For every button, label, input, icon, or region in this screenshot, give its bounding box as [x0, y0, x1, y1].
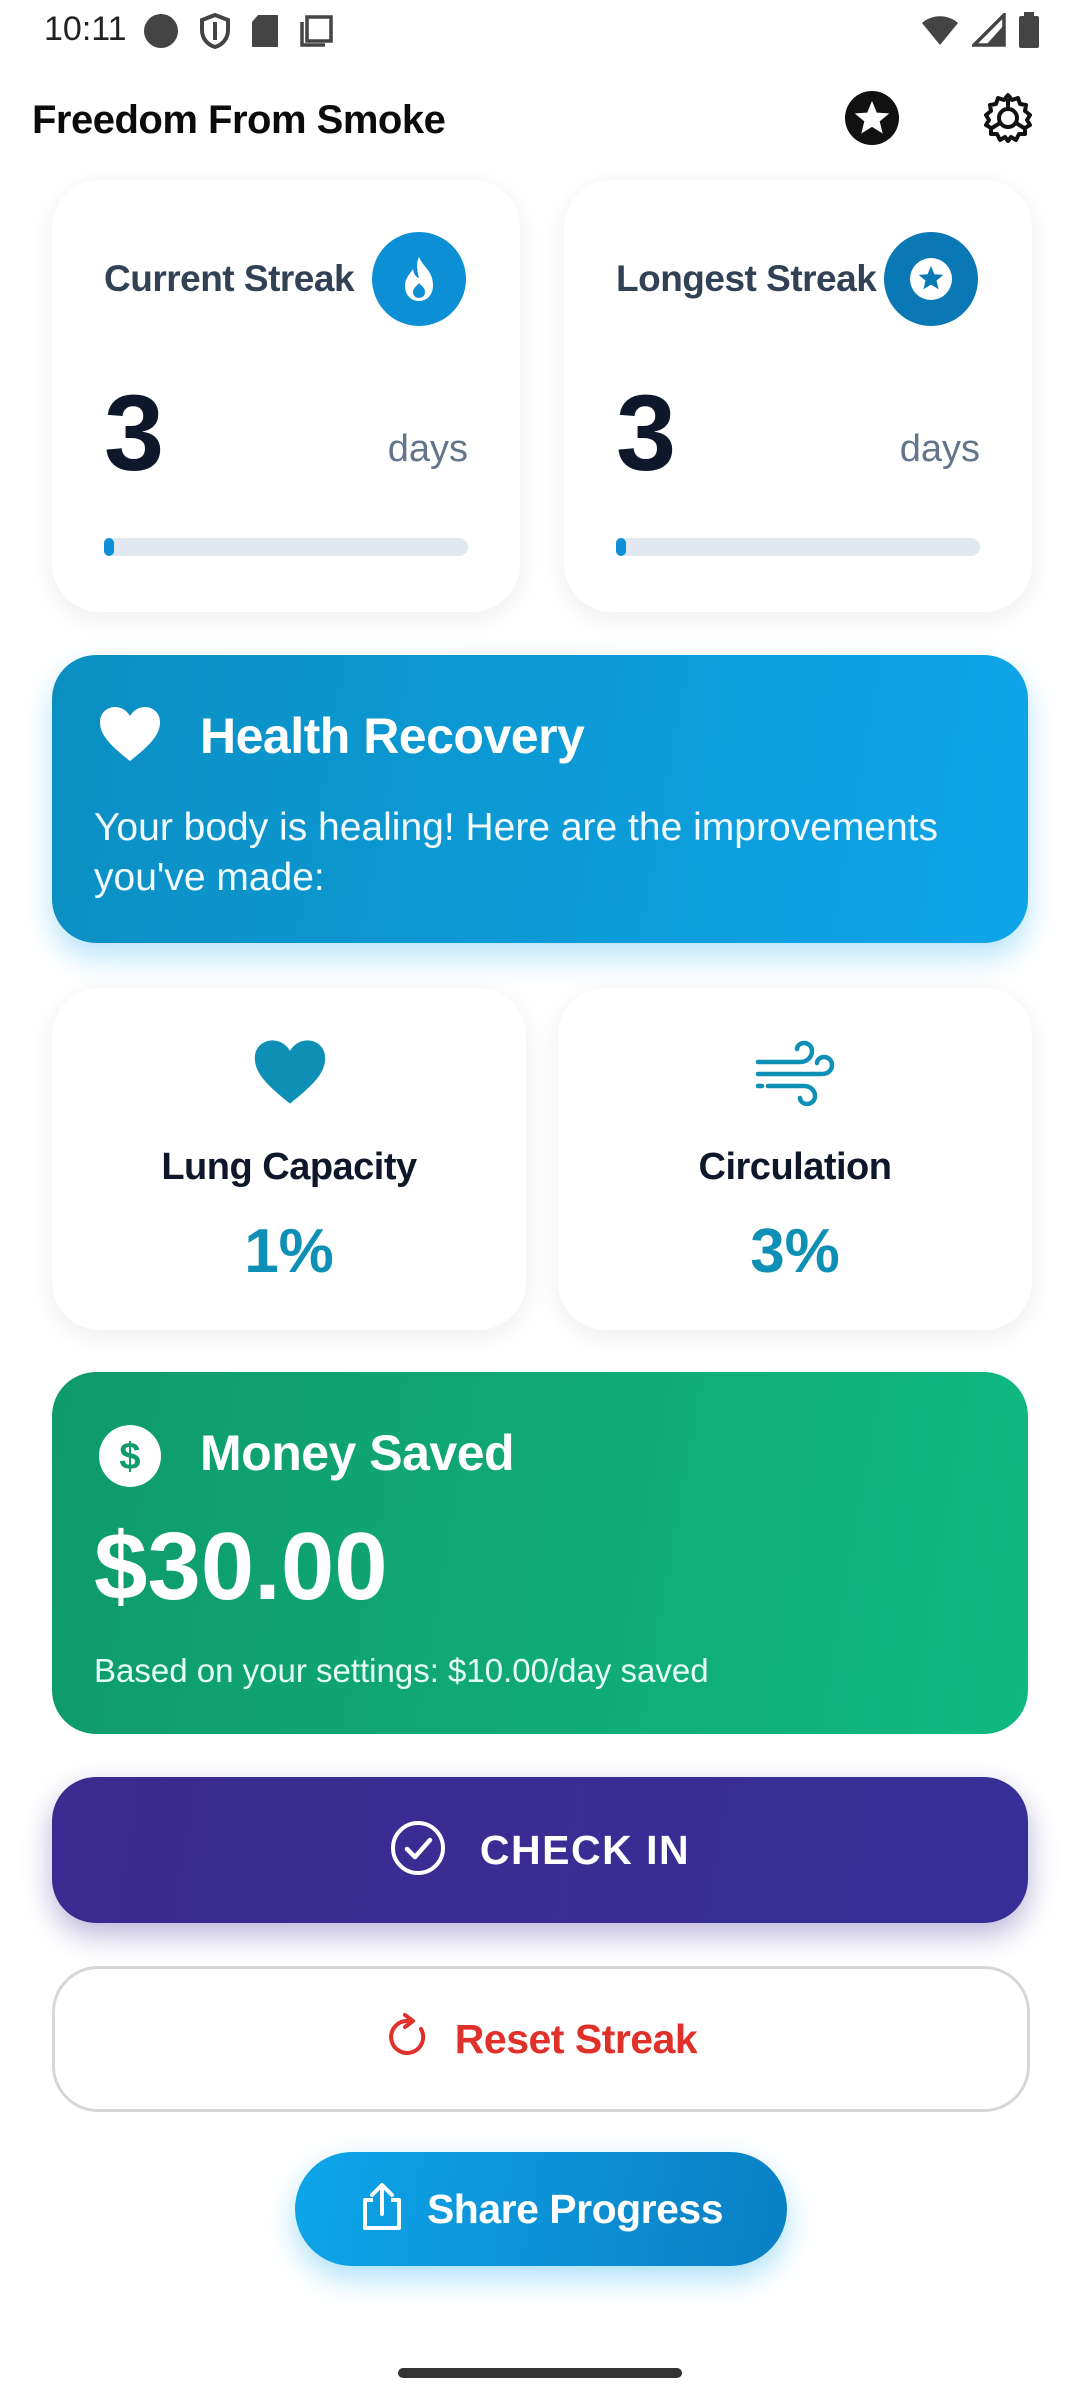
current-streak-value: 3 — [104, 372, 165, 493]
status-bar: 10:11 — [0, 0, 1080, 62]
circulation-card: Circulation 3% — [558, 988, 1032, 1330]
record-icon — [142, 12, 180, 55]
lung-capacity-label: Lung Capacity — [161, 1146, 417, 1188]
screenshot-icon — [298, 13, 334, 54]
current-streak-progress — [104, 538, 468, 556]
home-indicator[interactable] — [398, 2368, 682, 2378]
money-saved-card: $ Money Saved $30.00 Based on your setti… — [52, 1372, 1028, 1734]
wind-icon — [754, 1040, 836, 1111]
circulation-value: 3% — [750, 1217, 840, 1286]
status-icons-right — [920, 10, 1040, 53]
reset-streak-button[interactable]: Reset Streak — [52, 1966, 1030, 2112]
current-streak-title: Current Streak — [104, 258, 355, 299]
longest-streak-value: 3 — [616, 372, 677, 493]
app-title: Freedom From Smoke — [32, 98, 446, 142]
longest-streak-title: Longest Streak — [616, 258, 877, 299]
reset-streak-label: Reset Streak — [454, 2015, 698, 2062]
money-saved-title: Money Saved — [200, 1425, 515, 1481]
health-recovery-title: Health Recovery — [200, 708, 585, 764]
shield-icon — [198, 12, 232, 55]
status-time: 10:11 — [44, 10, 127, 48]
wifi-icon — [920, 13, 960, 52]
share-icon — [359, 2182, 405, 2237]
lung-capacity-card: Lung Capacity 1% — [52, 988, 526, 1330]
current-streak-card: Current Streak 3 days — [52, 180, 520, 612]
share-progress-button[interactable]: Share Progress — [295, 2152, 787, 2266]
star-badge-icon — [844, 90, 900, 151]
heart-icon — [252, 1038, 328, 1111]
current-streak-progress-fill — [104, 538, 114, 556]
heart-icon — [98, 705, 162, 768]
longest-streak-progress-fill — [616, 538, 626, 556]
circulation-label: Circulation — [698, 1146, 892, 1188]
check-in-label: CHECK IN — [479, 1826, 691, 1873]
signal-icon — [969, 10, 1006, 52]
check-circle-icon — [390, 1820, 446, 1881]
settings-icon — [981, 91, 1035, 150]
money-saved-note: Based on your settings: $10.00/day saved — [94, 1652, 709, 1689]
flame-icon — [372, 232, 466, 326]
money-saved-amount: $30.00 — [94, 1513, 388, 1620]
longest-streak-card: Longest Streak 3 days — [564, 180, 1032, 612]
achievements-button[interactable] — [842, 90, 902, 150]
svg-text:$: $ — [119, 1436, 140, 1478]
health-recovery-subtitle: Your body is healing! Here are the impro… — [94, 806, 939, 899]
current-streak-unit: days — [387, 428, 468, 470]
sd-card-icon — [250, 13, 280, 54]
lung-capacity-value: 1% — [244, 1217, 334, 1286]
status-icons-left — [142, 12, 334, 55]
refresh-icon — [385, 2012, 433, 2066]
dollar-icon: $ — [98, 1424, 162, 1493]
longest-streak-unit: days — [899, 428, 980, 470]
longest-streak-progress — [616, 538, 980, 556]
share-progress-label: Share Progress — [426, 2185, 724, 2232]
check-in-button[interactable]: CHECK IN — [52, 1777, 1028, 1923]
health-recovery-banner: Health Recovery Your body is healing! He… — [52, 655, 1028, 943]
battery-icon — [1018, 12, 1040, 53]
settings-button[interactable] — [978, 90, 1038, 150]
star-icon — [884, 232, 978, 326]
